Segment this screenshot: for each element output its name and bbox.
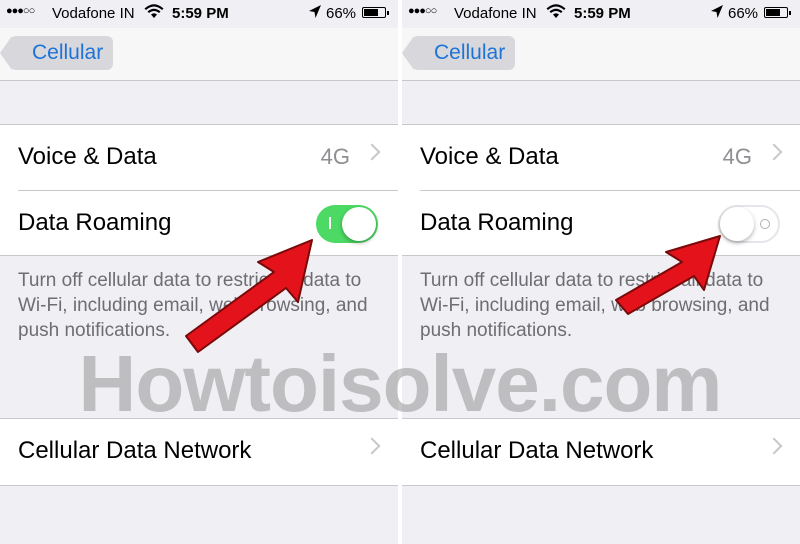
voice-data-value: 4G [722, 144, 752, 169]
location-arrow-icon [710, 4, 724, 24]
settings-group: Voice & Data 4G Data Roaming [402, 124, 800, 256]
voice-data-label: Voice & Data [18, 143, 157, 170]
settings-group: Voice & Data 4G Data Roaming [0, 124, 398, 256]
signal-strength: ●●●○○ [408, 5, 437, 17]
screenshot-panel-left: ●●●○○ Vodafone IN 5:59 PM 66% Cellular V… [0, 0, 398, 544]
carrier-name: Vodafone IN [454, 5, 537, 22]
footer-description: Turn off cellular data to restrict all d… [18, 270, 368, 341]
battery-icon [764, 7, 791, 18]
screenshot-panel-right: ●●●○○ Vodafone IN 5:59 PM 66% Cellular V… [402, 0, 800, 544]
navigation-bar: Cellular [402, 28, 800, 81]
wifi-icon [546, 3, 566, 25]
voice-data-row[interactable]: Voice & Data 4G [402, 125, 800, 190]
wifi-icon [144, 3, 164, 25]
data-roaming-label: Data Roaming [420, 209, 574, 236]
voice-data-row[interactable]: Voice & Data 4G [0, 125, 398, 190]
watermark: Howtoisolve.com [78, 339, 723, 428]
data-roaming-toggle[interactable] [718, 205, 780, 243]
data-roaming-label: Data Roaming [18, 209, 172, 236]
data-roaming-toggle[interactable] [316, 205, 378, 243]
status-bar: ●●●○○ Vodafone IN 5:59 PM 66% [402, 0, 800, 28]
toggle-knob [342, 207, 376, 241]
chevron-right-icon [363, 437, 381, 455]
data-roaming-row: Data Roaming [420, 190, 800, 256]
chevron-right-icon [765, 437, 783, 455]
signal-strength: ●●●○○ [6, 5, 35, 17]
toggle-on-mark [329, 217, 331, 229]
battery-icon [362, 7, 389, 18]
cellular-data-network-label: Cellular Data Network [18, 437, 252, 464]
clock: 5:59 PM [172, 5, 229, 22]
back-button[interactable]: Cellular [0, 36, 114, 70]
voice-data-value: 4G [320, 144, 350, 169]
battery-percentage: 66% [326, 5, 357, 22]
back-button[interactable]: Cellular [402, 36, 516, 70]
toggle-off-mark [760, 219, 770, 229]
battery-percentage: 66% [728, 5, 759, 22]
voice-data-label: Voice & Data [420, 143, 559, 170]
cellular-data-network-label: Cellular Data Network [420, 437, 654, 464]
status-bar: ●●●○○ Vodafone IN 5:59 PM 66% [0, 0, 398, 28]
location-arrow-icon [308, 4, 322, 24]
chevron-right-icon [363, 143, 381, 161]
footer-description: Turn off cellular data to restrict all d… [420, 270, 770, 341]
clock: 5:59 PM [574, 5, 631, 22]
carrier-name: Vodafone IN [52, 5, 135, 22]
data-roaming-row: Data Roaming [18, 190, 398, 256]
toggle-knob [720, 207, 754, 241]
chevron-right-icon [765, 143, 783, 161]
navigation-bar: Cellular [0, 28, 398, 81]
